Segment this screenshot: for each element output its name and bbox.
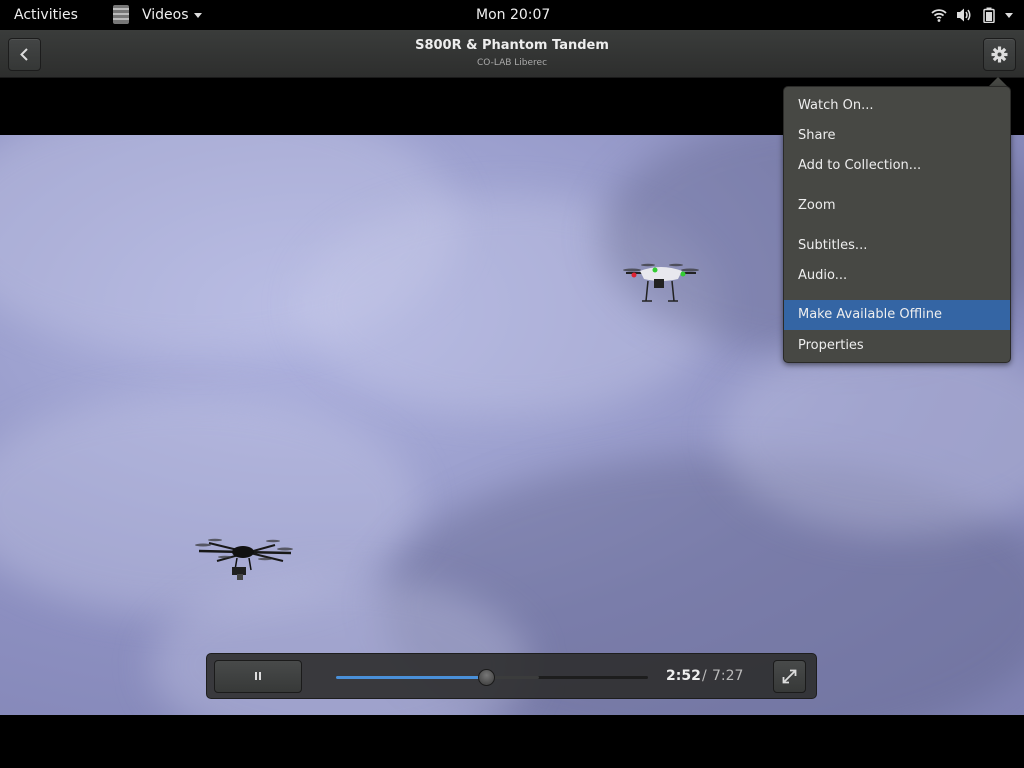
fullscreen-button[interactable]: [773, 660, 806, 693]
s800-drone: [195, 538, 293, 580]
header-bar: S800R & Phantom Tandem CO-LAB Liberec: [0, 30, 1024, 78]
current-time: 2:52: [666, 668, 701, 684]
total-time: 7:27: [712, 668, 744, 684]
pause-icon: [255, 672, 261, 680]
settings-menu: Watch On... Share Add to Collection... Z…: [783, 86, 1011, 363]
battery-icon[interactable]: [983, 7, 995, 27]
settings-button[interactable]: [983, 38, 1016, 71]
menu-item-zoom[interactable]: Zoom: [784, 191, 1010, 221]
menu-item-properties[interactable]: Properties: [784, 331, 1010, 361]
menu-item-share[interactable]: Share: [784, 121, 1010, 151]
page-title: S800R & Phantom Tandem: [415, 38, 609, 53]
playback-controls: 2:52 / 7:27: [206, 653, 817, 699]
gear-icon: [991, 46, 1008, 63]
activities-button[interactable]: Activities: [14, 7, 78, 23]
seek-bar[interactable]: [336, 669, 648, 686]
chevron-down-icon[interactable]: [194, 13, 202, 18]
menu-item-subtitles[interactable]: Subtitles...: [784, 231, 1010, 261]
fullscreen-icon: [782, 669, 797, 684]
system-menu-chevron-icon[interactable]: [1005, 13, 1013, 18]
phantom-drone: [623, 263, 699, 302]
clock[interactable]: Mon 20:07: [476, 7, 550, 23]
videos-app-icon[interactable]: [110, 4, 132, 25]
seek-handle[interactable]: [478, 669, 496, 686]
pause-button[interactable]: [214, 660, 302, 693]
menu-item-add-to-collection[interactable]: Add to Collection...: [784, 151, 1010, 181]
time-separator: /: [702, 668, 707, 684]
page-subtitle: CO-LAB Liberec: [476, 58, 548, 68]
menu-item-watch-on[interactable]: Watch On...: [784, 91, 1010, 121]
menu-item-audio[interactable]: Audio...: [784, 261, 1010, 291]
menu-item-make-available-offline[interactable]: Make Available Offline: [784, 300, 1010, 330]
wifi-icon[interactable]: [931, 7, 947, 27]
seek-bar-progress: [336, 676, 487, 679]
app-menu[interactable]: Videos: [142, 7, 189, 23]
top-bar: Activities Videos Mon 20:07: [0, 0, 1024, 30]
volume-icon[interactable]: [956, 7, 972, 27]
